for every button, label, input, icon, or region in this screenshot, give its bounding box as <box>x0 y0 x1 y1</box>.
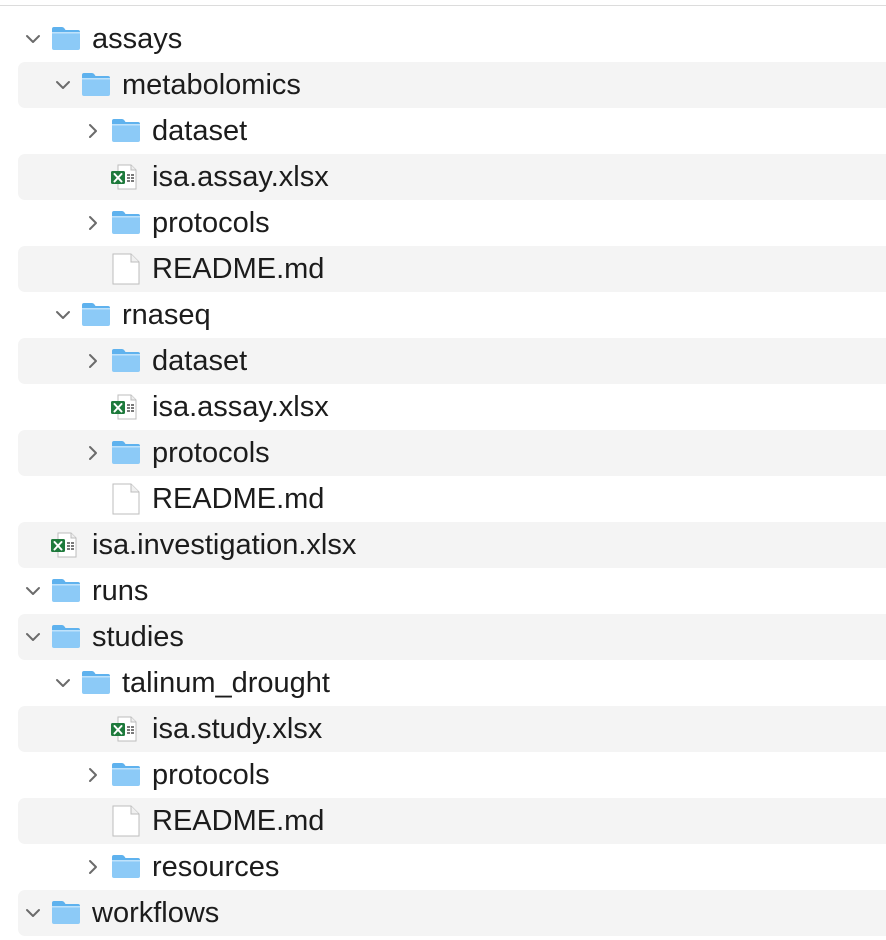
folder-row-studies[interactable]: studies <box>18 614 886 660</box>
item-label: rnaseq <box>122 299 211 331</box>
chevron-right-icon[interactable] <box>84 122 102 140</box>
chevron-down-icon[interactable] <box>24 628 42 646</box>
excel-file-icon <box>110 164 138 190</box>
folder-icon <box>111 117 141 143</box>
item-label: assays <box>92 23 183 55</box>
item-label: protocols <box>152 207 270 239</box>
item-label: protocols <box>152 437 270 469</box>
item-label: isa.investigation.xlsx <box>92 529 357 561</box>
folder-row-resources[interactable]: resources <box>18 844 886 890</box>
item-label: isa.assay.xlsx <box>152 391 329 423</box>
file-row-isa-assay-xlsx[interactable]: isa.assay.xlsx <box>18 384 886 430</box>
document-icon <box>111 483 141 515</box>
item-label: README.md <box>152 483 325 515</box>
chevron-down-icon[interactable] <box>24 904 42 922</box>
item-label: dataset <box>152 115 248 147</box>
item-label: dataset <box>152 345 248 377</box>
chevron-right-icon[interactable] <box>84 352 102 370</box>
folder-icon <box>51 623 81 649</box>
document-icon <box>111 253 141 285</box>
item-label: runs <box>92 575 149 607</box>
folder-icon <box>51 577 81 603</box>
file-row-isa-investigation-xlsx[interactable]: isa.investigation.xlsx <box>18 522 886 568</box>
chevron-down-icon[interactable] <box>54 674 72 692</box>
file-row-readme-md[interactable]: README.md <box>18 476 886 522</box>
item-label: protocols <box>152 759 270 791</box>
folder-row-protocols[interactable]: protocols <box>18 430 886 476</box>
folder-icon <box>81 669 111 695</box>
file-tree: assays metabolomics dataset isa.assay.xlsx p… <box>0 16 886 936</box>
item-label: README.md <box>152 805 325 837</box>
chevron-right-icon[interactable] <box>84 766 102 784</box>
folder-row-runs[interactable]: runs <box>18 568 886 614</box>
folder-icon <box>81 301 111 327</box>
folder-row-rnaseq[interactable]: rnaseq <box>18 292 886 338</box>
file-row-readme-md[interactable]: README.md <box>18 798 886 844</box>
excel-file-icon <box>110 394 138 420</box>
item-label: README.md <box>152 253 325 285</box>
file-row-isa-study-xlsx[interactable]: isa.study.xlsx <box>18 706 886 752</box>
folder-icon <box>111 761 141 787</box>
folder-row-workflows[interactable]: workflows <box>18 890 886 936</box>
excel-file-icon <box>50 532 78 558</box>
chevron-right-icon[interactable] <box>84 444 102 462</box>
item-label: isa.assay.xlsx <box>152 161 329 193</box>
item-label: studies <box>92 621 184 653</box>
folder-row-talinum-drought[interactable]: talinum_drought <box>18 660 886 706</box>
folder-row-dataset[interactable]: dataset <box>18 338 886 384</box>
folder-icon <box>81 71 111 97</box>
item-label: talinum_drought <box>122 667 330 699</box>
folder-icon <box>111 439 141 465</box>
item-label: isa.study.xlsx <box>152 713 323 745</box>
document-icon <box>111 805 141 837</box>
file-row-isa-assay-xlsx[interactable]: isa.assay.xlsx <box>18 154 886 200</box>
chevron-right-icon[interactable] <box>84 858 102 876</box>
chevron-right-icon[interactable] <box>84 214 102 232</box>
folder-row-protocols[interactable]: protocols <box>18 752 886 798</box>
chevron-down-icon[interactable] <box>24 30 42 48</box>
folder-row-protocols[interactable]: protocols <box>18 200 886 246</box>
item-label: workflows <box>92 897 220 929</box>
excel-file-icon <box>110 716 138 742</box>
item-label: resources <box>152 851 280 883</box>
folder-icon <box>111 209 141 235</box>
item-label: metabolomics <box>122 69 301 101</box>
folder-row-dataset[interactable]: dataset <box>18 108 886 154</box>
folder-icon <box>51 25 81 51</box>
folder-icon <box>111 347 141 373</box>
chevron-down-icon[interactable] <box>54 306 72 324</box>
window-top-border <box>0 5 886 6</box>
chevron-down-icon[interactable] <box>54 76 72 94</box>
folder-icon <box>111 853 141 879</box>
folder-row-metabolomics[interactable]: metabolomics <box>18 62 886 108</box>
folder-row-assays[interactable]: assays <box>18 16 886 62</box>
chevron-down-icon[interactable] <box>24 582 42 600</box>
folder-icon <box>51 899 81 925</box>
file-row-readme-md[interactable]: README.md <box>18 246 886 292</box>
